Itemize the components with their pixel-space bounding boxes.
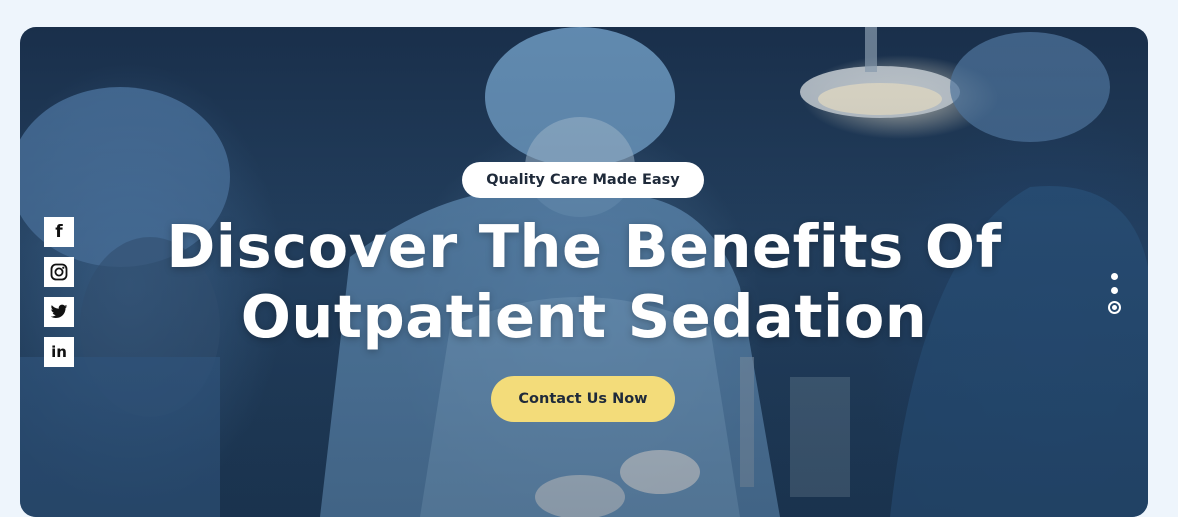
- hero-headline-line1: Discover The Benefits Of: [166, 212, 1002, 281]
- facebook-link[interactable]: f: [44, 217, 74, 247]
- slider-dot-1[interactable]: [1111, 273, 1118, 280]
- instagram-link[interactable]: [44, 257, 74, 287]
- hero-banner: Quality Care Made Easy Discover The Bene…: [20, 27, 1148, 517]
- slider-pagination: [1108, 273, 1121, 314]
- twitter-link[interactable]: [44, 297, 74, 327]
- hero-tag: Quality Care Made Easy: [462, 162, 704, 198]
- slider-dot-2[interactable]: [1111, 287, 1118, 294]
- twitter-icon: [50, 304, 68, 318]
- contact-us-button[interactable]: Contact Us Now: [491, 376, 675, 422]
- instagram-icon: [50, 263, 68, 281]
- hero-headline-line2: Outpatient Sedation: [240, 282, 928, 351]
- linkedin-icon: in: [51, 343, 67, 361]
- social-links: f in: [44, 217, 74, 367]
- facebook-icon: f: [55, 222, 63, 242]
- slider-dot-3-active[interactable]: [1108, 301, 1121, 314]
- hero-headline: Discover The Benefits Of Outpatient Seda…: [20, 212, 1148, 352]
- linkedin-link[interactable]: in: [44, 337, 74, 367]
